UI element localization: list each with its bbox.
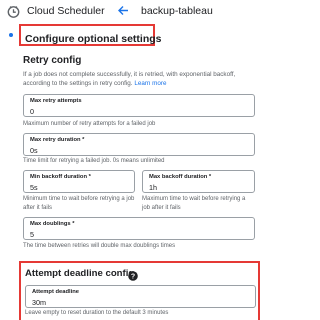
retry-description-text: If a job does not complete successfully,…	[23, 71, 236, 87]
attempt-deadline-hint: Leave empty to reset duration to the def…	[25, 310, 169, 316]
max-retry-attempts-field[interactable]: Max retry attempts 0	[23, 94, 255, 117]
max-retry-duration-field[interactable]: Max retry duration * 0s	[23, 133, 255, 156]
cloud-scheduler-icon	[7, 5, 20, 18]
max-retry-attempts-value[interactable]: 0	[30, 107, 34, 116]
retry-config-description: If a job does not complete successfully,…	[23, 70, 255, 88]
max-doublings-field[interactable]: Max doublings * 5	[23, 217, 255, 240]
section-heading[interactable]: Configure optional settings	[19, 24, 162, 46]
min-backoff-duration-hint: Minimum time to wait before retrying a j…	[23, 196, 135, 211]
min-backoff-duration-label: Min backoff duration *	[30, 174, 91, 180]
max-doublings-value[interactable]: 5	[30, 230, 34, 239]
max-retry-duration-value[interactable]: 0s	[30, 146, 38, 155]
max-doublings-label: Max doublings *	[30, 221, 75, 227]
min-backoff-duration-field[interactable]: Min backoff duration * 5s	[23, 170, 135, 193]
app-title: Cloud Scheduler	[27, 5, 105, 17]
learn-more-link[interactable]: Learn more	[134, 80, 166, 87]
max-doublings-hint: The time between retries will double max…	[23, 243, 176, 249]
max-retry-attempts-label: Max retry attempts	[30, 98, 82, 104]
max-backoff-duration-field[interactable]: Max backoff duration * 1h	[142, 170, 255, 193]
max-retry-duration-label: Max retry duration *	[30, 137, 85, 143]
attempt-deadline-value[interactable]: 30m	[32, 298, 46, 307]
job-name: backup-tableau	[141, 5, 213, 17]
max-backoff-duration-hint: Maximum time to wait before retrying a j…	[142, 196, 246, 211]
max-backoff-duration-value[interactable]: 1h	[149, 183, 157, 192]
retry-config-title: Retry config	[23, 55, 82, 66]
svg-text:?: ?	[131, 274, 135, 281]
max-retry-attempts-hint: Maximum number of retry attempts for a f…	[23, 121, 156, 127]
step-indicator	[9, 33, 13, 37]
arrow-back-icon[interactable]	[117, 4, 129, 17]
section-title: Configure optional settings	[25, 33, 162, 45]
attempt-deadline-title: Attempt deadline config	[25, 268, 135, 279]
attempt-deadline-field[interactable]: Attempt deadline 30m	[25, 285, 256, 308]
attempt-deadline-label: Attempt deadline	[32, 289, 80, 295]
help-icon[interactable]: ?	[128, 268, 138, 281]
min-backoff-duration-value[interactable]: 5s	[30, 183, 38, 192]
top-bar: Cloud Scheduler backup-tableau	[0, 0, 264, 22]
max-retry-duration-hint: Time limit for retrying a failed job. 0s…	[23, 158, 165, 164]
max-backoff-duration-label: Max backoff duration *	[149, 174, 212, 180]
